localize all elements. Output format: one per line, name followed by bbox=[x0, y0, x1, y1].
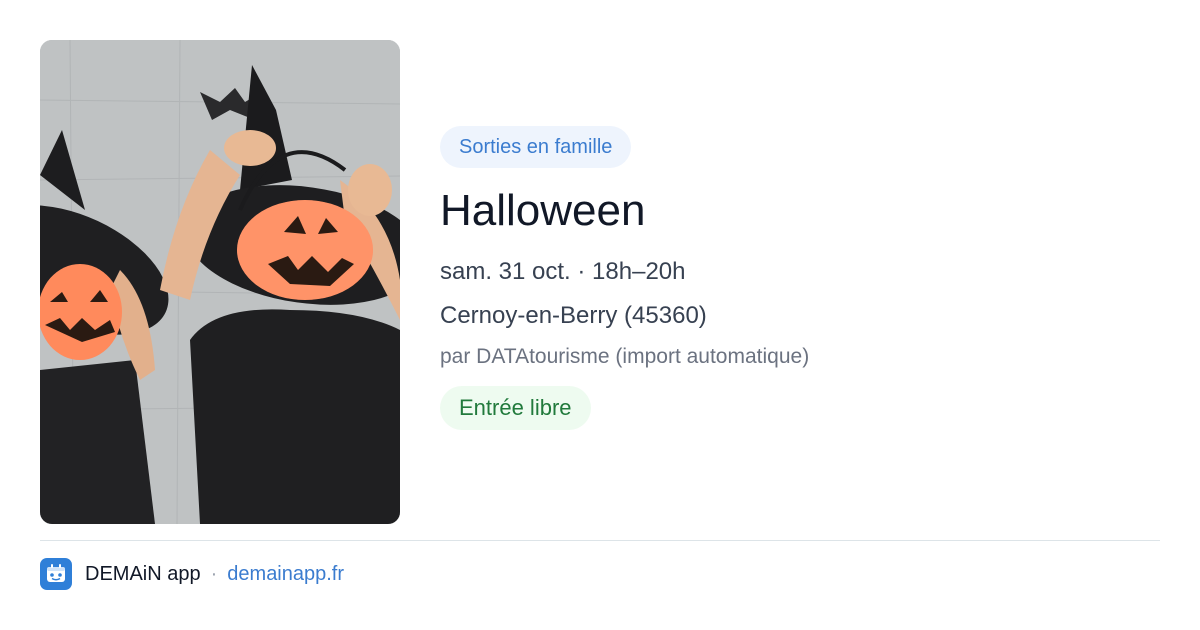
event-organizer: par DATAtourisme (import automatique) bbox=[440, 345, 810, 368]
price-chip: Entrée libre bbox=[440, 386, 591, 430]
app-link[interactable]: demainapp.fr bbox=[227, 563, 344, 586]
category-chip[interactable]: Sorties en famille bbox=[440, 126, 632, 168]
demain-app-logo-icon bbox=[40, 558, 72, 590]
photo-illustration bbox=[40, 40, 400, 524]
app-name: DEMAiN app bbox=[85, 562, 201, 585]
event-title: Halloween bbox=[440, 186, 646, 235]
event-info: Sorties en famille Halloween sam. 31 oct… bbox=[440, 126, 1140, 430]
event-location: Cernoy-en-Berry (45360) bbox=[440, 302, 707, 329]
footer-divider bbox=[40, 540, 1160, 541]
event-card[interactable]: Sorties en famille Halloween sam. 31 oct… bbox=[40, 40, 1160, 524]
footer-separator: · bbox=[210, 562, 218, 585]
event-photo bbox=[40, 40, 400, 524]
event-datetime: sam. 31 oct. · 18h–20h bbox=[440, 258, 686, 285]
footer: DEMAiN app · demainapp.fr bbox=[40, 558, 344, 590]
